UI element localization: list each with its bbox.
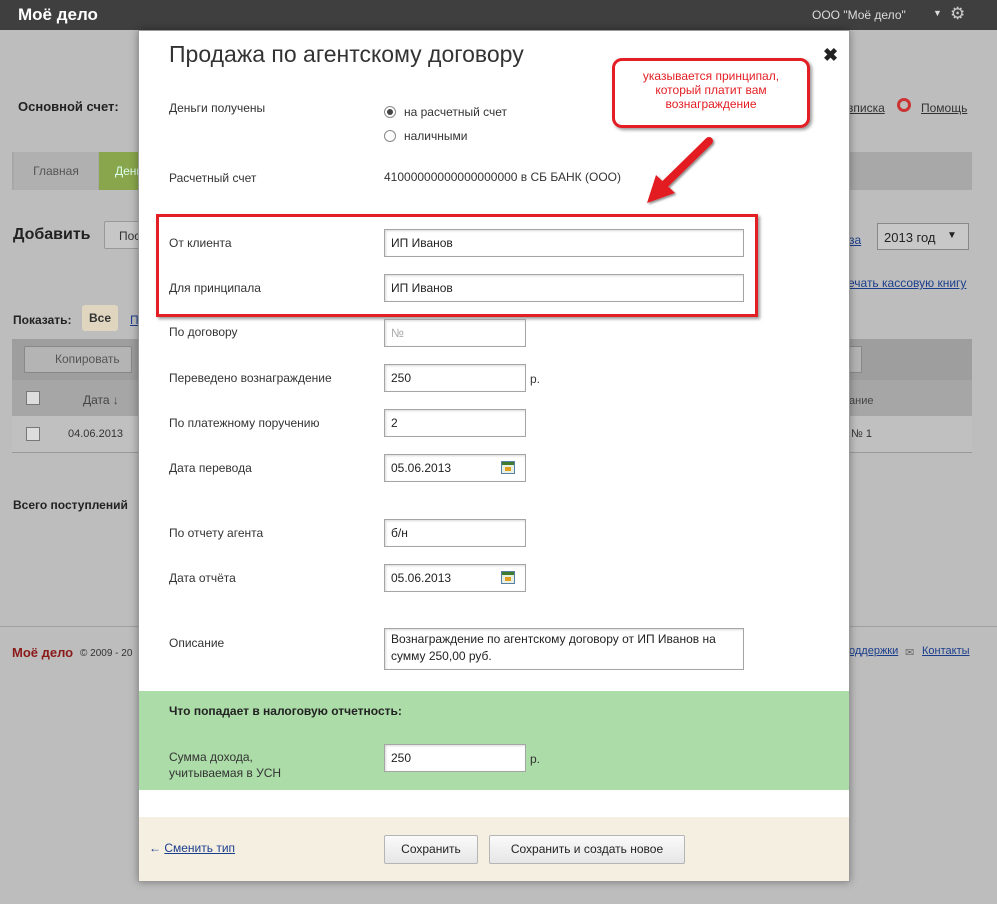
contract-label: По договору [169,325,238,339]
radio-to-account[interactable] [384,106,396,118]
lifebuoy-icon[interactable] [897,98,911,112]
income-input[interactable] [384,744,526,772]
save-button[interactable]: Сохранить [384,835,478,864]
tax-section-title: Что попадает в налоговую отчетность: [169,704,402,718]
footer-copyright: © 2009 - 20 [80,648,133,659]
chevron-down-icon[interactable]: ▼ [947,230,957,241]
description-label: Описание [169,636,225,650]
row-checkbox[interactable] [26,427,40,441]
row-date: 04.06.2013 [68,428,124,440]
currency-label: р. [530,372,541,386]
dialog-title: Продажа по агентскому договору [169,41,524,67]
payment-order-input[interactable] [384,409,526,437]
column-description: ание [849,395,874,407]
currency-label: р. [530,752,541,766]
radio-cash-label[interactable]: наличными [404,129,467,143]
account-label: Расчетный счет [169,171,257,185]
money-received-label: Деньги получены [169,101,266,115]
for-principal-input[interactable] [384,274,744,302]
total-label: Всего поступлений [13,498,128,512]
mail-icon: ✉ [905,647,915,659]
toolbar-button[interactable] [848,346,862,373]
account-value: 41000000000000000000 в СБ БАНК (ООО) [384,170,621,184]
row-number: № 1 [851,428,872,440]
help-link[interactable]: Помощь [921,101,967,115]
tab-money[interactable]: Деньги [99,152,139,190]
add-label: Добавить [13,226,91,243]
agent-report-input[interactable] [384,519,526,547]
transfer-date-label: Дата перевода [169,461,252,475]
column-date[interactable]: Дата ↓ [83,393,119,407]
filter-all[interactable]: Все [82,305,118,331]
payment-order-label: По платежному поручению [169,416,320,430]
chevron-down-icon[interactable]: ▼ [933,8,942,18]
description-textarea[interactable]: Вознаграждение по агентскому договору от… [384,628,744,670]
filter-income[interactable]: Поступления [130,313,138,327]
change-type-link[interactable]: ← Сменить тип [149,841,235,855]
change-type-label[interactable]: Сменить тип [164,841,235,855]
footer-contacts-link[interactable]: Контакты [922,645,970,657]
copy-button[interactable]: Копировать [24,346,132,373]
tab-main[interactable]: Главная [14,152,98,190]
print-cashbook-link[interactable]: ечать кассовую книгу [848,276,966,290]
commission-input[interactable] [384,364,526,392]
close-icon[interactable]: ✖ [823,45,838,66]
radio-cash[interactable] [384,130,396,142]
footer-support-link[interactable]: оддержки [849,645,898,657]
callout-line: указывается принципал, [642,69,780,83]
report-date-label: Дата отчёта [169,571,236,585]
callout-line: который платит вам [655,83,767,97]
annotation-callout: указывается принципал, который платит ва… [612,58,810,128]
from-client-input[interactable] [384,229,744,257]
from-client-label: От клиента [169,236,232,250]
filter-label: Показать: [13,313,72,327]
gear-icon[interactable]: ⚙ [950,4,965,24]
app-logo[interactable]: Моё дело [18,5,98,25]
arrow-left-icon: ← [149,841,161,855]
main-account-label: Основной счет: [18,99,119,114]
calendar-icon[interactable] [501,571,515,584]
period-link[interactable]: за [849,233,861,247]
agent-sale-dialog: Продажа по агентскому договору ✖ Деньги … [138,30,850,882]
callout-line: вознаграждение [665,97,757,111]
for-principal-label: Для принципала [169,281,261,295]
select-all-checkbox[interactable] [26,391,40,405]
income-label-line2: учитываемая в УСН [169,766,282,780]
organization-selector[interactable]: ООО "Моё дело" [812,8,906,22]
radio-to-account-label[interactable]: на расчетный счет [404,105,507,119]
save-and-new-button[interactable]: Сохранить и создать новое [489,835,685,864]
statement-link[interactable]: вписка [847,101,885,115]
contract-input[interactable] [384,319,526,347]
footer-logo: Моё дело [12,645,74,660]
agent-report-label: По отчету агента [169,526,264,540]
commission-label: Переведено вознаграждение [169,371,332,385]
annotation-arrow [647,137,713,203]
calendar-icon[interactable] [501,461,515,474]
income-label-line1: Сумма дохода, [169,750,253,764]
